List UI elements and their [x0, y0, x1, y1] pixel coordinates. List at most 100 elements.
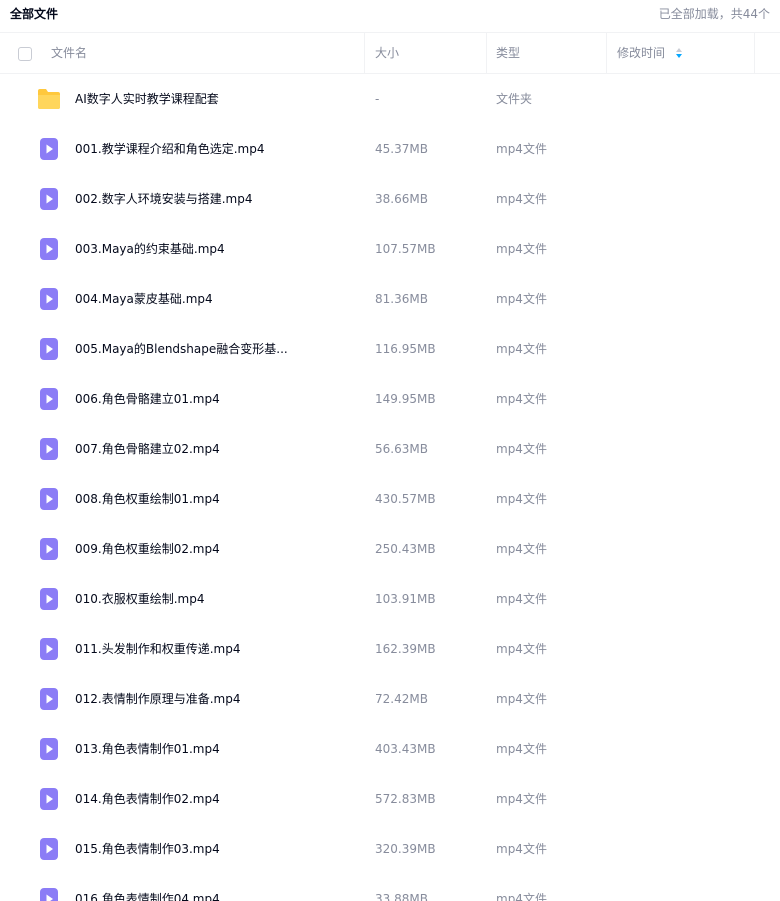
video-file-icon — [40, 838, 58, 860]
file-type: mp4文件 — [496, 742, 547, 756]
file-name[interactable]: 007.角色骨骼建立02.mp4 — [75, 424, 220, 474]
file-size: 33.88MB — [375, 892, 428, 901]
video-file-icon — [40, 338, 58, 360]
file-type: mp4文件 — [496, 842, 547, 856]
file-size: 103.91MB — [375, 592, 436, 606]
top-bar: 全部文件 已全部加载，共44个 — [0, 0, 780, 30]
file-row[interactable]: 001.教学课程介绍和角色选定.mp4 45.37MB mp4文件 — [0, 124, 780, 174]
file-size: 430.57MB — [375, 492, 436, 506]
file-size: - — [375, 92, 380, 106]
column-divider[interactable] — [606, 33, 607, 74]
file-row[interactable]: 008.角色权重绘制01.mp4 430.57MB mp4文件 — [0, 474, 780, 524]
video-file-icon — [40, 138, 58, 160]
table-header: 文件名 大小 类型 修改时间 — [0, 32, 780, 74]
file-size: 81.36MB — [375, 292, 428, 306]
video-file-icon — [40, 688, 58, 710]
file-type: mp4文件 — [496, 192, 547, 206]
file-name[interactable]: 005.Maya的Blendshape融合变形基... — [75, 324, 288, 374]
video-file-icon — [40, 238, 58, 260]
file-list: AI数字人实时教学课程配套 - 文件夹 001.教学课程介绍和角色选定.mp4 45.… — [0, 74, 780, 901]
file-type: mp4文件 — [496, 892, 547, 901]
file-name[interactable]: 001.教学课程介绍和角色选定.mp4 — [75, 124, 264, 174]
file-name[interactable]: 004.Maya蒙皮基础.mp4 — [75, 274, 213, 324]
file-size: 572.83MB — [375, 792, 436, 806]
file-size: 38.66MB — [375, 192, 428, 206]
file-name[interactable]: 008.角色权重绘制01.mp4 — [75, 474, 220, 524]
file-type: mp4文件 — [496, 392, 547, 406]
file-name[interactable]: 010.衣服权重绘制.mp4 — [75, 574, 204, 624]
file-size: 72.42MB — [375, 692, 428, 706]
column-divider[interactable] — [754, 33, 755, 74]
file-row[interactable]: 011.头发制作和权重传递.mp4 162.39MB mp4文件 — [0, 624, 780, 674]
column-divider[interactable] — [364, 33, 365, 74]
file-size: 162.39MB — [375, 642, 436, 656]
file-row[interactable]: 006.角色骨骼建立01.mp4 149.95MB mp4文件 — [0, 374, 780, 424]
file-type: mp4文件 — [496, 492, 547, 506]
load-status: 已全部加载，共44个 — [658, 7, 770, 21]
file-size: 149.95MB — [375, 392, 436, 406]
file-type: mp4文件 — [496, 542, 547, 556]
file-row[interactable]: 016.角色表情制作04.mp4 33.88MB mp4文件 — [0, 874, 780, 901]
file-row[interactable]: 010.衣服权重绘制.mp4 103.91MB mp4文件 — [0, 574, 780, 624]
file-type: mp4文件 — [496, 792, 547, 806]
column-header-size[interactable]: 大小 — [375, 33, 399, 74]
column-divider[interactable] — [486, 33, 487, 74]
file-size: 320.39MB — [375, 842, 436, 856]
file-name[interactable]: 015.角色表情制作03.mp4 — [75, 824, 220, 874]
file-row[interactable]: 007.角色骨骼建立02.mp4 56.63MB mp4文件 — [0, 424, 780, 474]
file-type: 文件夹 — [496, 92, 533, 106]
file-row[interactable]: 013.角色表情制作01.mp4 403.43MB mp4文件 — [0, 724, 780, 774]
video-file-icon — [40, 588, 58, 610]
file-type: mp4文件 — [496, 242, 547, 256]
video-file-icon — [40, 788, 58, 810]
file-row[interactable]: 005.Maya的Blendshape融合变形基... 116.95MB mp4文件 — [0, 324, 780, 374]
video-file-icon — [40, 438, 58, 460]
video-file-icon — [40, 738, 58, 760]
file-row[interactable]: 015.角色表情制作03.mp4 320.39MB mp4文件 — [0, 824, 780, 874]
file-type: mp4文件 — [496, 142, 547, 156]
video-file-icon — [40, 638, 58, 660]
file-name[interactable]: 011.头发制作和权重传递.mp4 — [75, 624, 240, 674]
file-size: 45.37MB — [375, 142, 428, 156]
column-header-modified[interactable]: 修改时间 — [617, 33, 665, 74]
file-row[interactable]: AI数字人实时教学课程配套 - 文件夹 — [0, 74, 780, 124]
video-file-icon — [40, 288, 58, 310]
file-name[interactable]: 016.角色表情制作04.mp4 — [75, 874, 220, 901]
file-name[interactable]: 006.角色骨骼建立01.mp4 — [75, 374, 220, 424]
folder-icon — [38, 89, 60, 109]
video-file-icon — [40, 188, 58, 210]
file-row[interactable]: 012.表情制作原理与准备.mp4 72.42MB mp4文件 — [0, 674, 780, 724]
select-all-checkbox[interactable] — [18, 47, 32, 61]
video-file-icon — [40, 538, 58, 560]
file-size: 403.43MB — [375, 742, 436, 756]
file-size: 56.63MB — [375, 442, 428, 456]
file-row[interactable]: 002.数字人环境安装与搭建.mp4 38.66MB mp4文件 — [0, 174, 780, 224]
sort-icon[interactable] — [676, 47, 682, 59]
file-row[interactable]: 009.角色权重绘制02.mp4 250.43MB mp4文件 — [0, 524, 780, 574]
video-file-icon — [40, 888, 58, 901]
column-header-type[interactable]: 类型 — [496, 33, 520, 74]
file-name[interactable]: 009.角色权重绘制02.mp4 — [75, 524, 220, 574]
file-name[interactable]: 002.数字人环境安装与搭建.mp4 — [75, 174, 252, 224]
file-type: mp4文件 — [496, 592, 547, 606]
file-size: 250.43MB — [375, 542, 436, 556]
file-name[interactable]: AI数字人实时教学课程配套 — [75, 74, 219, 124]
file-size: 107.57MB — [375, 242, 436, 256]
file-size: 116.95MB — [375, 342, 436, 356]
page-title: 全部文件 — [10, 7, 59, 21]
video-file-icon — [40, 488, 58, 510]
file-name[interactable]: 003.Maya的约束基础.mp4 — [75, 224, 225, 274]
file-type: mp4文件 — [496, 442, 547, 456]
file-row[interactable]: 014.角色表情制作02.mp4 572.83MB mp4文件 — [0, 774, 780, 824]
file-name[interactable]: 014.角色表情制作02.mp4 — [75, 774, 220, 824]
file-type: mp4文件 — [496, 292, 547, 306]
file-name[interactable]: 012.表情制作原理与准备.mp4 — [75, 674, 240, 724]
file-row[interactable]: 004.Maya蒙皮基础.mp4 81.36MB mp4文件 — [0, 274, 780, 324]
file-type: mp4文件 — [496, 642, 547, 656]
file-row[interactable]: 003.Maya的约束基础.mp4 107.57MB mp4文件 — [0, 224, 780, 274]
file-name[interactable]: 013.角色表情制作01.mp4 — [75, 724, 220, 774]
file-type: mp4文件 — [496, 342, 547, 356]
column-header-name[interactable]: 文件名 — [51, 33, 87, 74]
file-type: mp4文件 — [496, 692, 547, 706]
video-file-icon — [40, 388, 58, 410]
